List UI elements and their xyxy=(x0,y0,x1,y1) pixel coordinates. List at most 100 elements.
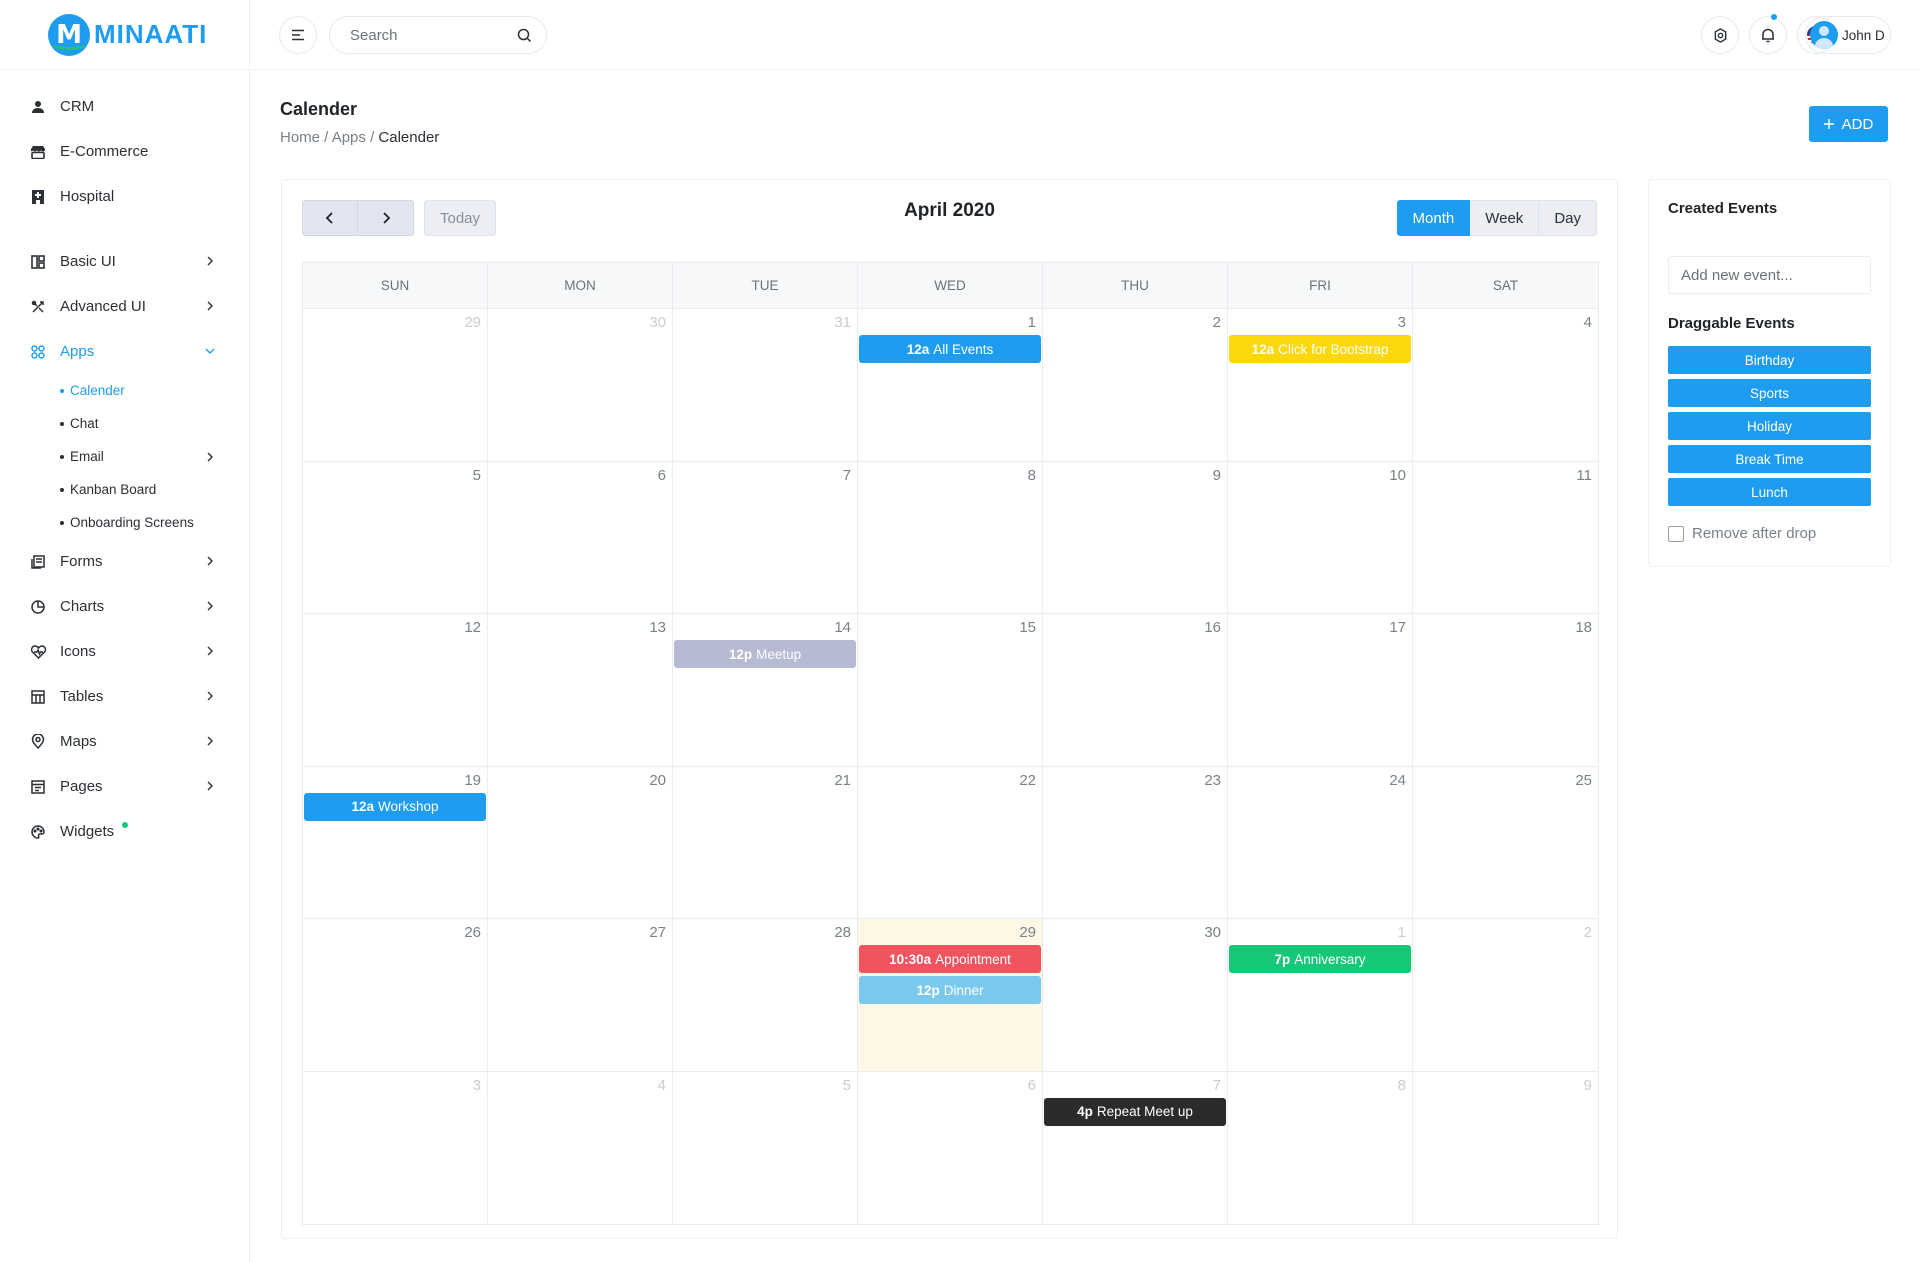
sidebar-item-widgets[interactable]: Widgets xyxy=(0,809,249,854)
day-cell[interactable]: 23 xyxy=(1043,766,1228,918)
day-number[interactable]: 31 xyxy=(834,314,851,331)
day-number[interactable]: 30 xyxy=(1204,924,1221,941)
day-number[interactable]: 29 xyxy=(464,314,481,331)
day-cell[interactable]: 1 12a All Events xyxy=(858,309,1043,461)
day-cell[interactable]: 16 xyxy=(1043,614,1228,766)
day-number[interactable]: 1 xyxy=(1398,924,1406,941)
day-number[interactable]: 16 xyxy=(1204,619,1221,636)
day-cell[interactable]: 1 7p Anniversary xyxy=(1228,919,1413,1071)
view-week-button[interactable]: Week xyxy=(1470,200,1540,236)
sidebar-item-basic-ui[interactable]: Basic UI xyxy=(0,239,249,284)
day-number[interactable]: 7 xyxy=(1213,1077,1221,1094)
day-cell[interactable]: 21 xyxy=(673,766,858,918)
sidebar-item-icons[interactable]: Icons xyxy=(0,629,249,674)
settings-button[interactable] xyxy=(1701,16,1739,54)
day-cell[interactable]: 28 xyxy=(673,919,858,1071)
day-number[interactable]: 9 xyxy=(1584,1077,1592,1094)
sidebar-item-maps[interactable]: Maps xyxy=(0,719,249,764)
notifications-button[interactable] xyxy=(1749,14,1787,54)
day-cell[interactable]: 17 xyxy=(1228,614,1413,766)
calendar-event[interactable]: 12p Meetup xyxy=(674,640,856,668)
add-event-button[interactable]: ADD xyxy=(1809,106,1888,142)
day-cell[interactable]: 11 xyxy=(1413,462,1598,614)
day-cell[interactable]: 27 xyxy=(488,919,673,1071)
day-number[interactable]: 5 xyxy=(473,467,481,484)
submenu-item-onboarding-screens[interactable]: Onboarding Screens xyxy=(60,506,249,539)
breadcrumb-home[interactable]: Home xyxy=(280,129,320,146)
day-cell[interactable]: 3 xyxy=(303,1071,488,1224)
draggable-event-lunch[interactable]: Lunch xyxy=(1668,478,1871,506)
day-number[interactable]: 15 xyxy=(1019,619,1036,636)
draggable-event-sports[interactable]: Sports xyxy=(1668,379,1871,407)
calendar-event[interactable]: 4p Repeat Meet up xyxy=(1044,1097,1226,1126)
calendar-event[interactable]: 12a Workshop xyxy=(304,792,486,821)
day-number[interactable]: 2 xyxy=(1213,314,1221,331)
day-cell[interactable]: 24 xyxy=(1228,766,1413,918)
day-cell[interactable]: 4 xyxy=(488,1071,673,1224)
day-cell[interactable]: 30 xyxy=(488,309,673,461)
day-cell[interactable]: 3 12a Click for Bootstrap xyxy=(1228,309,1413,461)
day-number[interactable]: 9 xyxy=(1213,467,1221,484)
day-cell[interactable]: 14 12p Meetup xyxy=(673,614,858,766)
day-number[interactable]: 25 xyxy=(1575,772,1592,789)
day-cell[interactable]: 31 xyxy=(673,309,858,461)
day-number[interactable]: 29 xyxy=(1019,924,1036,941)
day-cell[interactable]: 6 xyxy=(858,1071,1043,1224)
day-cell[interactable]: 9 xyxy=(1413,1072,1598,1225)
day-cell[interactable]: 19 12a Workshop xyxy=(303,766,488,918)
day-number[interactable]: 18 xyxy=(1575,619,1592,636)
day-number[interactable]: 28 xyxy=(834,924,851,941)
day-number[interactable]: 4 xyxy=(1584,314,1592,331)
day-number[interactable]: 14 xyxy=(834,619,851,636)
day-number[interactable]: 3 xyxy=(1398,314,1406,331)
day-number[interactable]: 17 xyxy=(1389,619,1406,636)
sidebar-item-hospital[interactable]: Hospital xyxy=(0,174,249,219)
day-number[interactable]: 10 xyxy=(1389,467,1406,484)
day-number[interactable]: 2 xyxy=(1584,924,1592,941)
submenu-item-calender[interactable]: Calender xyxy=(60,374,249,407)
day-number[interactable]: 24 xyxy=(1389,772,1406,789)
remove-after-drop-option[interactable]: Remove after drop xyxy=(1668,525,1816,542)
day-number[interactable]: 19 xyxy=(464,772,481,789)
calendar-event[interactable]: 12p Dinner xyxy=(859,976,1041,1004)
day-cell[interactable]: 5 xyxy=(303,461,488,613)
draggable-event-break-time[interactable]: Break Time xyxy=(1668,445,1871,473)
new-event-input[interactable] xyxy=(1668,256,1871,294)
day-number[interactable]: 8 xyxy=(1398,1077,1406,1094)
day-number[interactable]: 1 xyxy=(1028,314,1036,331)
day-cell-today[interactable]: 29 10:30a Appointment 12p Dinner xyxy=(858,919,1043,1071)
draggable-event-holiday[interactable]: Holiday xyxy=(1668,412,1871,440)
calendar-event[interactable]: 7p Anniversary xyxy=(1229,945,1411,973)
day-number[interactable]: 22 xyxy=(1019,772,1036,789)
day-number[interactable]: 6 xyxy=(658,467,666,484)
view-day-button[interactable]: Day xyxy=(1539,200,1597,236)
sidebar-item-forms[interactable]: Forms xyxy=(0,539,249,584)
day-cell[interactable]: 25 xyxy=(1413,767,1598,919)
day-cell[interactable]: 4 xyxy=(1413,309,1598,461)
sidebar-item-charts[interactable]: Charts xyxy=(0,584,249,629)
sidebar-item-advanced-ui[interactable]: Advanced UI xyxy=(0,284,249,329)
day-number[interactable]: 11 xyxy=(1576,467,1592,484)
menu-toggle-button[interactable] xyxy=(279,16,317,54)
day-number[interactable]: 6 xyxy=(1028,1077,1036,1094)
day-cell[interactable]: 13 xyxy=(488,614,673,766)
brand-logo[interactable]: M MINAATI xyxy=(0,0,249,70)
day-cell[interactable]: 9 xyxy=(1043,461,1228,613)
day-number[interactable]: 8 xyxy=(1028,467,1036,484)
sidebar-item-apps[interactable]: Apps xyxy=(0,329,249,374)
day-cell[interactable]: 20 xyxy=(488,766,673,918)
day-cell[interactable]: 8 xyxy=(1228,1071,1413,1224)
day-cell[interactable]: 15 xyxy=(858,614,1043,766)
day-number[interactable]: 4 xyxy=(658,1077,666,1094)
day-number[interactable]: 7 xyxy=(843,467,851,484)
day-number[interactable]: 3 xyxy=(473,1077,481,1094)
search-input[interactable] xyxy=(350,26,500,44)
day-cell[interactable]: 5 xyxy=(673,1071,858,1224)
day-number[interactable]: 27 xyxy=(649,924,666,941)
day-cell[interactable]: 30 xyxy=(1043,919,1228,1071)
day-number[interactable]: 13 xyxy=(649,619,666,636)
calendar-event[interactable]: 12a All Events xyxy=(859,335,1041,363)
day-cell[interactable]: 26 xyxy=(303,919,488,1071)
day-number[interactable]: 23 xyxy=(1204,772,1221,789)
day-cell[interactable]: 8 xyxy=(858,461,1043,613)
